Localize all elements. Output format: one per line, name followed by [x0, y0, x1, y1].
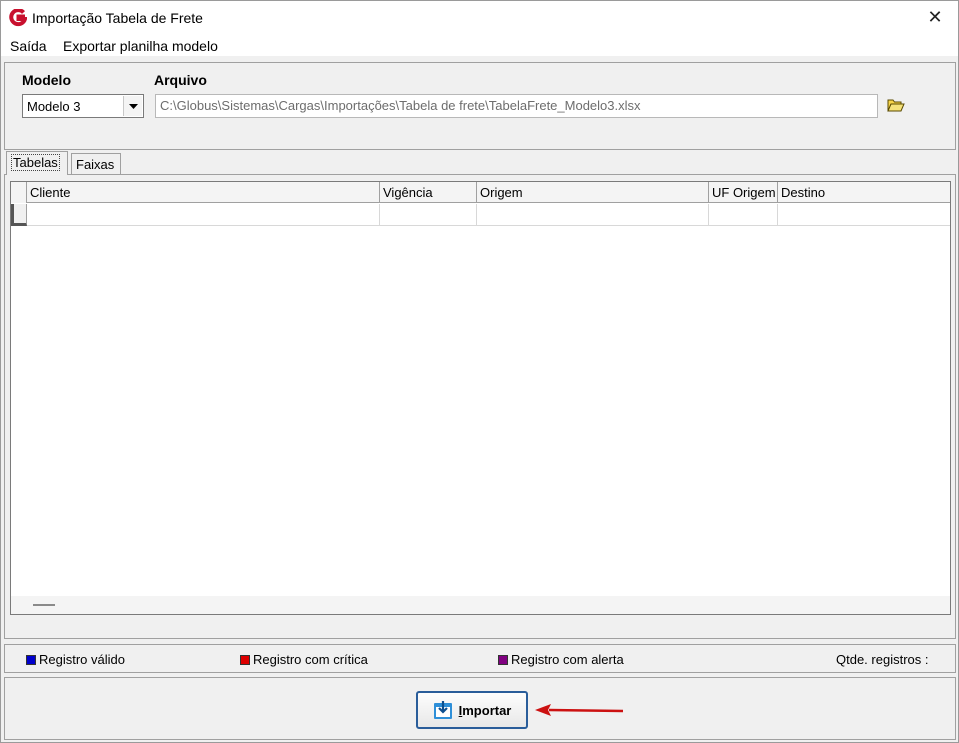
red-square-icon [240, 654, 250, 665]
title-bar: Importação Tabela de Frete ✕ [1, 1, 958, 34]
menu-bar: Saída Exportar planilha modelo [1, 34, 958, 56]
tab-tabelas[interactable]: Tabelas [6, 151, 68, 175]
scrollbar-thumb[interactable] [33, 604, 55, 606]
tab-faixas[interactable]: Faixas [71, 153, 121, 175]
legend-alert: Registro com alerta [498, 652, 624, 667]
folder-open-icon[interactable] [886, 96, 906, 114]
globus-logo-icon [9, 9, 27, 27]
legend-valid-label: Registro válido [39, 652, 125, 667]
importar-label: Importar [458, 702, 512, 718]
blue-square-icon [26, 654, 36, 665]
column-header-vigencia[interactable]: Vigência [380, 182, 477, 203]
cell-origem[interactable] [477, 204, 709, 226]
legend-alert-label: Registro com alerta [511, 652, 624, 667]
data-grid[interactable]: Cliente Vigência Origem UF Origem Destin… [10, 181, 951, 615]
modelo-label: Modelo [22, 72, 71, 88]
row-indicator [11, 204, 27, 226]
record-count: Qtde. registros : [836, 652, 928, 667]
column-header-uf-origem[interactable]: UF Origem [709, 182, 778, 203]
legend-critical: Registro com crítica [240, 652, 368, 667]
close-icon: ✕ [927, 6, 943, 27]
arquivo-field[interactable]: C:\Globus\Sistemas\Cargas\Importações\Ta… [155, 94, 878, 118]
annotation-arrow [535, 704, 624, 716]
chevron-down-icon [128, 103, 138, 109]
arquivo-label: Arquivo [154, 72, 207, 88]
action-panel: Importar [4, 677, 956, 740]
window-title: Importação Tabela de Frete [32, 10, 203, 26]
cell-vigencia[interactable] [380, 204, 477, 226]
column-header-cliente[interactable]: Cliente [27, 182, 380, 203]
status-legend: Registro válido Registro com crítica Reg… [4, 644, 956, 673]
purple-square-icon [498, 654, 508, 665]
column-header-origem[interactable]: Origem [477, 182, 709, 203]
importar-button[interactable]: Importar [416, 691, 528, 729]
download-icon [433, 701, 452, 719]
grid-header: Cliente Vigência Origem UF Origem Destin… [11, 182, 950, 203]
tab-faixas-label: Faixas [76, 157, 115, 172]
horizontal-scrollbar[interactable] [11, 596, 950, 614]
legend-critical-label: Registro com crítica [253, 652, 368, 667]
cell-cliente[interactable] [27, 204, 380, 226]
grid-panel: Cliente Vigência Origem UF Origem Destin… [4, 174, 956, 639]
cell-destino[interactable] [778, 204, 950, 226]
menu-item-exportar-planilha[interactable]: Exportar planilha modelo [63, 38, 218, 54]
menu-item-saida[interactable]: Saída [10, 38, 47, 54]
file-selection-panel: Modelo Modelo 3 Arquivo C:\Globus\Sistem… [4, 62, 956, 150]
column-header-destino[interactable]: Destino [778, 182, 950, 203]
legend-valid: Registro válido [26, 652, 125, 667]
modelo-select[interactable]: Modelo 3 [22, 94, 144, 118]
table-row[interactable] [11, 204, 950, 226]
row-indicator-header [11, 182, 27, 203]
import-window: Importação Tabela de Frete ✕ Saída Expor… [0, 0, 959, 743]
modelo-value: Modelo 3 [27, 99, 81, 114]
cell-uf-origem[interactable] [709, 204, 778, 226]
dropdown-button[interactable] [123, 96, 142, 116]
close-button[interactable]: ✕ [912, 1, 958, 33]
record-count-label: Qtde. registros : [836, 652, 929, 667]
tab-tabelas-label: Tabelas [11, 154, 60, 171]
